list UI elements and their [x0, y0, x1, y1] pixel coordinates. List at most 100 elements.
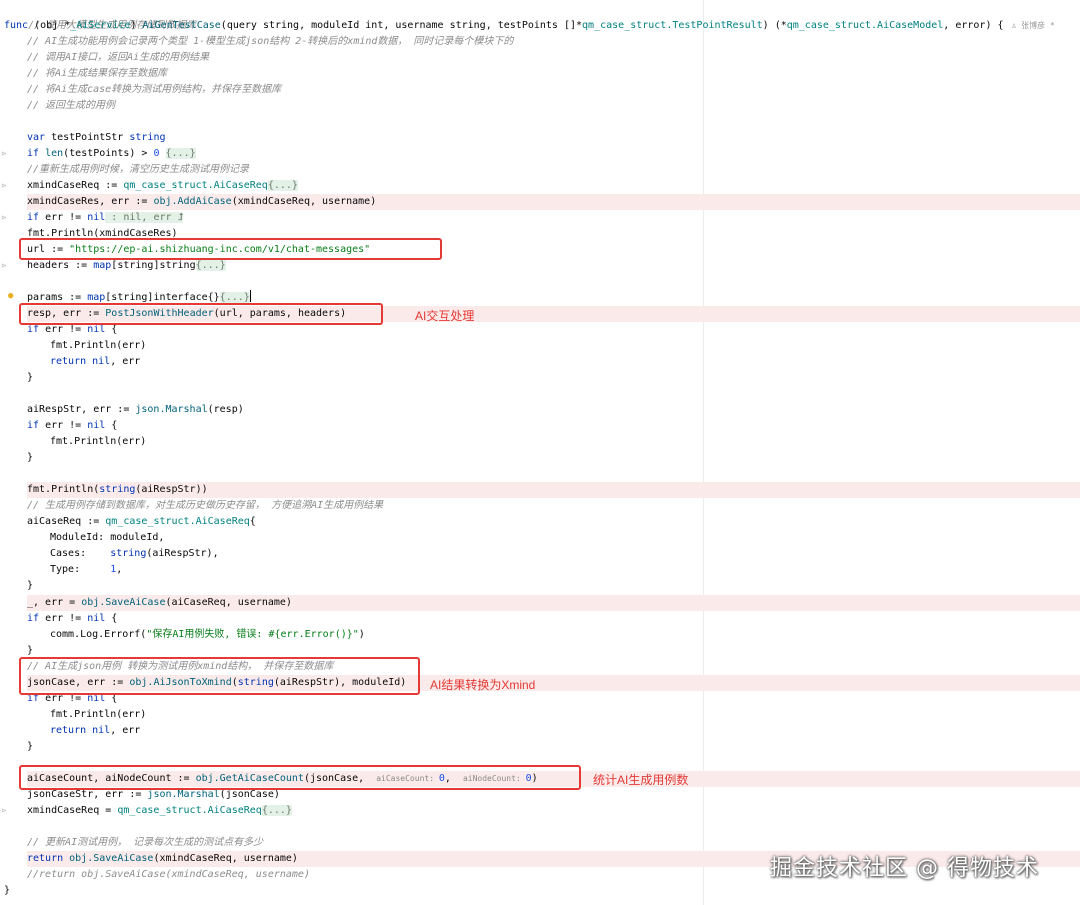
fold-toggle-icon[interactable]: ⊳ — [0, 803, 8, 819]
code-text: testPointStr — [45, 132, 130, 143]
code-line-add-case[interactable]: xmindCaseRes, err := obj.AddAiCase(xmind… — [27, 194, 1080, 210]
keyword: string — [110, 548, 147, 559]
code-text: _, err = — [27, 597, 82, 608]
code-text: jsonCaseStr, err := — [27, 789, 148, 800]
folded-code-region[interactable]: {...} — [267, 180, 298, 191]
code-line-xmind-req[interactable]: xmindCaseReq := qm_case_struct.AiCaseReq… — [27, 178, 1080, 194]
code-line-close-brace[interactable]: } — [27, 450, 1080, 466]
code-line-return[interactable]: return nil, err — [50, 723, 1080, 739]
comment: // AI生成功能用例会记录两个类型 1-模型生成json结构 2-转换后的xm… — [27, 36, 514, 47]
code-text: } — [27, 580, 34, 591]
code-text: [string]interface{} — [105, 292, 220, 303]
code-line-close-brace[interactable]: } — [27, 739, 1080, 755]
code-line-println[interactable]: fmt.Println(err) — [50, 338, 1080, 354]
code-line-doc-comment[interactable]: // 返回生成的用例 — [27, 98, 1080, 114]
code-line-close-brace[interactable]: } — [27, 370, 1080, 386]
lightbulb-icon[interactable]: ● — [8, 291, 16, 301]
text-cursor — [249, 290, 251, 302]
code-line-marshal[interactable]: aiRespStr, err := json.Marshal(resp) — [27, 402, 1080, 418]
receiver-name: obj — [153, 196, 172, 207]
code-line-func-signature[interactable]: func (obj *_AiService) AiGenTestCase(que… — [4, 18, 1080, 34]
code-text: [string]string — [111, 260, 196, 271]
type-name: qm_case_struct.AiCaseReq — [117, 805, 262, 816]
code-text: { — [249, 516, 256, 527]
code-line-comment[interactable]: // 更新AI测试用例， 记录每次生成的测试点有多少 — [27, 835, 1080, 851]
receiver-name: obj — [63, 853, 88, 864]
folded-code-region[interactable]: {...} — [219, 292, 250, 303]
code-text: } — [27, 452, 34, 463]
code-text: Cases: — [50, 548, 111, 559]
code-line-save[interactable]: _, err = obj.SaveAiCase(aiCaseReq, usern… — [27, 595, 1080, 611]
code-line-if-err[interactable]: if err != nil { — [27, 418, 1080, 434]
keyword: var — [27, 132, 46, 143]
code-text: aiRespStr, err := — [27, 404, 136, 415]
code-line-var[interactable]: var testPointStr string — [27, 130, 1080, 146]
fold-toggle-icon[interactable]: ⊳ — [0, 258, 8, 274]
code-text: (aiRespStr), — [146, 548, 219, 559]
code-line-return[interactable]: return nil, err — [50, 354, 1080, 370]
code-text: err != — [39, 324, 88, 335]
comment: // 生成用例存储到数据库，对生成历史做历史存留， 方便追溯AI生成用例结果 — [27, 500, 384, 511]
fold-toggle-icon[interactable]: ⊳ — [0, 210, 8, 226]
code-line-header-comment[interactable]: // 使用大模型生成用例存储到数据库 — [4, 2, 1080, 31]
code-line-field[interactable]: Type: 1, — [50, 562, 1080, 578]
folded-code-region[interactable]: {...} — [165, 148, 196, 159]
folded-code-region[interactable]: : nil, err ⮥ — [105, 212, 184, 223]
code-text: (xmindCaseReq, username) — [153, 853, 298, 864]
code-text: params := — [27, 292, 88, 303]
code-text: fmt.Println(err) — [50, 340, 147, 351]
folded-code-region[interactable]: {...} — [195, 260, 226, 271]
method-name: .SaveAiCase — [99, 597, 166, 608]
code-text: (resp) — [207, 404, 244, 415]
method-name: .SaveAiCase — [87, 853, 154, 864]
code-line-doc-comment[interactable]: // 将Ai生成结果保存至数据库 — [27, 66, 1080, 82]
code-line-if-len[interactable]: if len(testPoints) > 0 {...} — [27, 146, 1080, 162]
function-name: json.Marshal — [135, 404, 208, 415]
keyword: return — [50, 356, 87, 367]
receiver-type: _AiService — [70, 20, 131, 31]
keyword: map — [87, 292, 106, 303]
keyword: func — [4, 20, 29, 31]
code-text: } — [4, 885, 11, 896]
keyword: string — [99, 484, 136, 495]
code-line-println[interactable]: fmt.Println(err) — [50, 434, 1080, 450]
code-text: { — [105, 324, 118, 335]
code-line-comment[interactable]: // 生成用例存储到数据库，对生成历史做历史存留， 方便追溯AI生成用例结果 — [27, 498, 1080, 514]
code-line-println-string[interactable]: fmt.Println(string(aiRespStr)) — [27, 482, 1080, 498]
code-line-field[interactable]: ModuleId: moduleId, — [50, 530, 1080, 546]
comment: // 将Ai生成结果保存至数据库 — [27, 68, 168, 79]
code-line-aicase-req[interactable]: aiCaseReq := qm_case_struct.AiCaseReq{ — [27, 514, 1080, 530]
code-line-xmind-req[interactable]: xmindCaseReq = qm_case_struct.AiCaseReq{… — [27, 803, 1080, 819]
code-line-doc-comment[interactable]: // AI生成功能用例会记录两个类型 1-模型生成json结构 2-转换后的xm… — [27, 34, 1080, 50]
code-text: Type: — [50, 564, 111, 575]
code-line-errorf[interactable]: comm.Log.Errorf("保存AI用例失败, 错误: #{err.Err… — [50, 627, 1080, 643]
keyword: map — [93, 260, 112, 271]
keyword: if — [27, 613, 40, 624]
highlight-box-ai-request — [19, 303, 383, 325]
code-line-if-err-folded[interactable]: if err != nil : nil, err ⮥ — [27, 210, 1080, 226]
code-text: fmt.Println( — [27, 484, 100, 495]
code-text: err != — [39, 613, 88, 624]
code-line-doc-comment[interactable]: // 调用AI接口，返回Ai生成的用例结果 — [27, 50, 1080, 66]
function-name: len — [39, 148, 64, 159]
folded-code-region[interactable]: {...} — [261, 805, 292, 816]
code-text: aiCaseReq := — [27, 516, 106, 527]
type-name: qm_case_struct.AiCaseModel — [786, 20, 944, 31]
code-line-if-err[interactable]: if err != nil { — [27, 611, 1080, 627]
code-text: (testPoints) > — [63, 148, 154, 159]
code-line-close-brace[interactable]: } — [27, 578, 1080, 594]
code-text: xmindCaseReq = — [27, 805, 118, 816]
code-line-doc-comment[interactable]: // 将Ai生成case转换为测试用例结构，并保存至数据库 — [27, 82, 1080, 98]
comment: //return obj.SaveAiCase(xmindCaseReq, us… — [27, 869, 310, 880]
code-line-close-brace[interactable]: } — [4, 883, 1080, 899]
code-line-headers[interactable]: headers := map[string]string{...} — [27, 258, 1080, 274]
code-line-println[interactable]: fmt.Println(err) — [50, 707, 1080, 723]
comment: // 调用AI接口，返回Ai生成的用例结果 — [27, 52, 210, 63]
highlight-box-case-count — [19, 765, 581, 790]
code-line-field[interactable]: Cases: string(aiRespStr), — [50, 546, 1080, 562]
fold-toggle-icon[interactable]: ⊳ — [0, 178, 8, 194]
code-line-comment[interactable]: //重新生成用例时候，清空历史生成测试用例记录 — [27, 162, 1080, 178]
annotation-ai-to-xmind: AI结果转换为Xmind — [430, 678, 536, 692]
code-text: , err — [110, 356, 141, 367]
fold-toggle-icon[interactable]: ⊳ — [0, 146, 8, 162]
